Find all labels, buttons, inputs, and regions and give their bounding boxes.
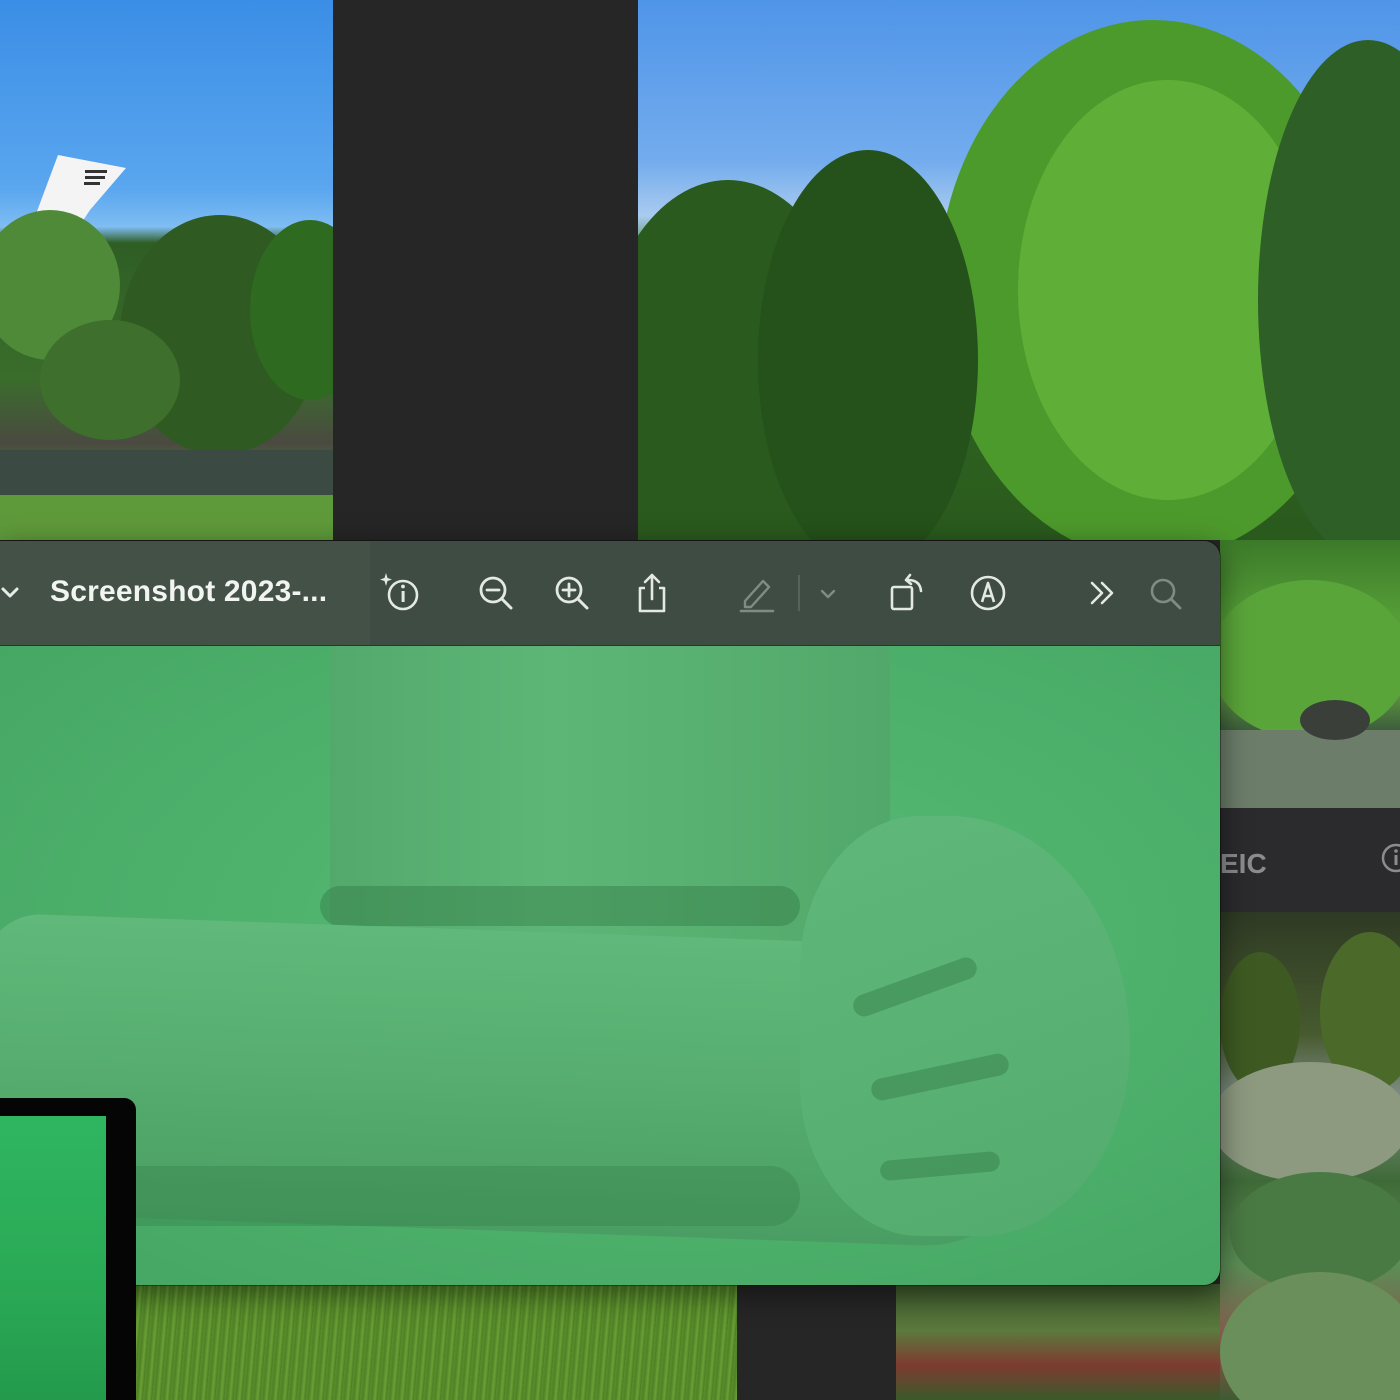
- background-photo-trees: [638, 0, 1400, 540]
- markup-icon[interactable]: [966, 571, 1010, 615]
- window-title[interactable]: Screenshot 2023-...: [50, 575, 327, 609]
- toolbar-divider: [798, 575, 800, 611]
- image-canvas[interactable]: [0, 646, 1220, 1285]
- desktop-gap: [737, 1284, 896, 1400]
- background-photo-shrubs: [896, 1284, 1220, 1400]
- preview-window[interactable]: Screenshot 2023-...: [0, 541, 1220, 1285]
- chevron-down-icon[interactable]: [0, 579, 24, 607]
- info-icon[interactable]: [378, 571, 422, 615]
- share-icon[interactable]: [630, 571, 674, 615]
- background-window-thumbnail[interactable]: [0, 1098, 136, 1400]
- more-icon[interactable]: [1080, 571, 1124, 615]
- zoom-in-icon[interactable]: [550, 571, 594, 615]
- rotate-icon[interactable]: [884, 571, 928, 615]
- background-photo-park-tower: [0, 0, 333, 540]
- background-window-title: EIC: [1220, 848, 1267, 879]
- chevron-down-icon[interactable]: [806, 571, 850, 615]
- fabric-fold: [320, 886, 800, 926]
- info-icon[interactable]: [1380, 842, 1400, 874]
- green-thumbnail: [0, 1116, 106, 1400]
- background-photo-pond: [1220, 540, 1400, 808]
- background-photo-garden: [1220, 912, 1400, 1400]
- toolbar: Screenshot 2023-...: [0, 541, 1220, 646]
- background-photo-grass: [135, 1284, 737, 1400]
- markup-pen-icon[interactable]: [735, 571, 779, 615]
- search-icon[interactable]: [1143, 571, 1187, 615]
- zoom-out-icon[interactable]: [474, 571, 518, 615]
- background-window-titlebar[interactable]: EIC: [1220, 808, 1400, 912]
